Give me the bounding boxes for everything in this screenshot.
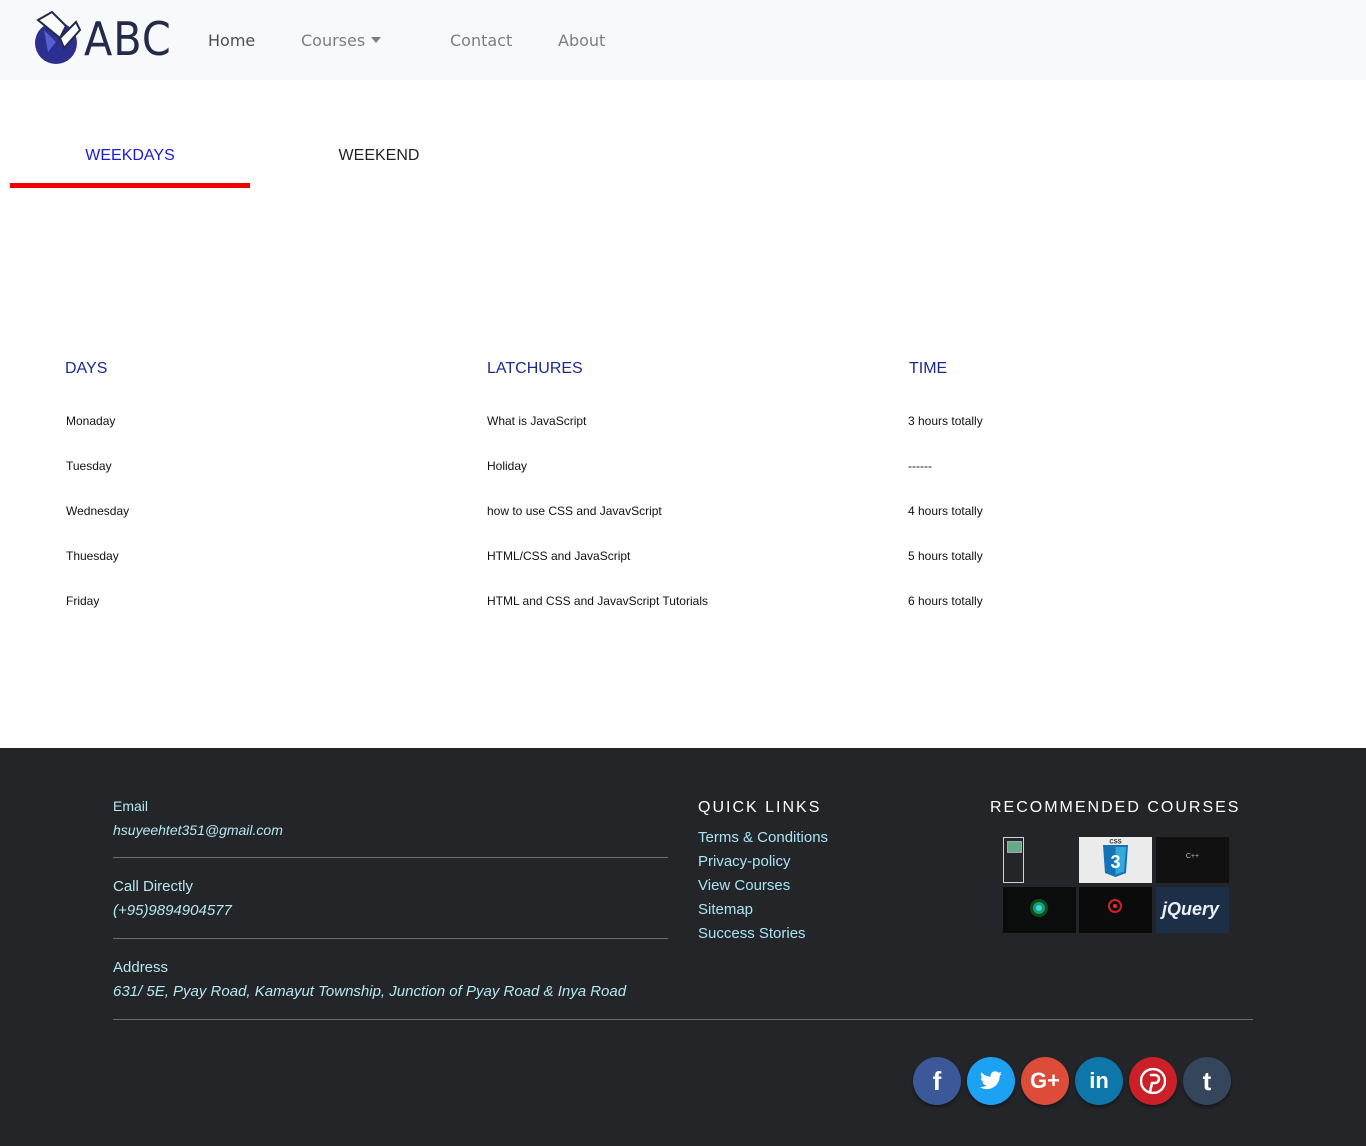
- logo-emblem-icon: [35, 10, 82, 64]
- cell-day: Wednesday: [66, 504, 130, 518]
- active-tab-indicator: [10, 183, 250, 188]
- brand-logo[interactable]: ABC: [30, 8, 171, 66]
- facebook-glyph: f: [932, 1065, 942, 1096]
- google-plus-icon[interactable]: G+: [1021, 1057, 1069, 1105]
- email-label: Email: [113, 798, 149, 814]
- tab-weekdays[interactable]: WEEKDAYS: [10, 146, 250, 166]
- navbar: ABC Home Courses Contact About: [0, 0, 1366, 80]
- column-header-days: DAYS: [65, 360, 108, 377]
- course-thumbnail-jquery[interactable]: jQuery: [1156, 887, 1229, 933]
- cell-time: ------: [908, 459, 932, 473]
- cell-lecture: What is JavaScript: [487, 414, 587, 428]
- divider: [113, 857, 668, 858]
- linkedin-glyph: in: [1089, 1068, 1109, 1093]
- tab-weekend[interactable]: WEEKEND: [259, 146, 499, 166]
- css-label: CSS: [1109, 840, 1121, 846]
- quick-link-view-courses[interactable]: View Courses: [698, 876, 790, 896]
- quick-link-terms[interactable]: Terms & Conditions: [698, 828, 828, 848]
- nav-courses-label: Courses: [301, 31, 366, 50]
- cell-day: Friday: [66, 594, 100, 608]
- green-glow-icon: [1030, 899, 1048, 917]
- cell-lecture: how to use CSS and JavavScript: [487, 504, 662, 518]
- phone-label: Call Directly: [113, 878, 194, 895]
- red-ring-icon: [1108, 899, 1122, 913]
- cell-day: Thuesday: [66, 549, 119, 563]
- recommended-courses-heading: RECOMMENDED COURSES: [990, 799, 1241, 816]
- column-header-time: TIME: [909, 360, 948, 377]
- cell-lecture: HTML/CSS and JavaScript: [487, 549, 631, 563]
- course-thumbnail-css[interactable]: CSS 3: [1079, 837, 1152, 883]
- course-thumbnail-cpp[interactable]: C++: [1156, 837, 1229, 883]
- course-thumbnail-green[interactable]: [1003, 887, 1076, 933]
- course-thumbnail-red[interactable]: [1079, 887, 1152, 933]
- nav-home[interactable]: Home: [208, 30, 255, 52]
- cell-lecture: Holiday: [487, 459, 528, 473]
- quick-link-sitemap[interactable]: Sitemap: [698, 900, 753, 920]
- address-value: 631/ 5E, Pyay Road, Kamayut Township, Ju…: [113, 983, 627, 1000]
- cell-time: 6 hours totally: [908, 594, 983, 608]
- chevron-down-icon: [371, 37, 382, 43]
- twitter-bird-icon: [980, 1071, 1002, 1090]
- nav-contact[interactable]: Contact: [450, 30, 512, 52]
- twitter-icon[interactable]: [967, 1057, 1015, 1105]
- facebook-icon[interactable]: f: [913, 1057, 961, 1105]
- pinterest-logo-icon: [1140, 1068, 1166, 1094]
- logo-text: ABC: [84, 12, 172, 66]
- cell-time: 3 hours totally: [908, 414, 983, 428]
- phone-value[interactable]: (+95)9894904577: [113, 901, 232, 921]
- cell-day: Monaday: [66, 414, 116, 428]
- pinterest-icon[interactable]: [1129, 1057, 1177, 1105]
- cell-day: Tuesday: [66, 459, 112, 473]
- tumblr-glyph: t: [1202, 1065, 1212, 1096]
- nav-courses-dropdown[interactable]: Courses: [301, 30, 382, 52]
- cell-time: 5 hours totally: [908, 549, 983, 563]
- email-value[interactable]: hsuyeehtet351@gmail.com: [113, 820, 283, 840]
- quick-link-success-stories[interactable]: Success Stories: [698, 924, 806, 944]
- address-label: Address: [113, 959, 169, 976]
- linkedin-icon[interactable]: in: [1075, 1057, 1123, 1105]
- divider: [113, 938, 668, 939]
- css-version: 3: [1110, 852, 1120, 872]
- nav-about[interactable]: About: [558, 30, 605, 52]
- course-thumbnail-broken[interactable]: [1003, 837, 1024, 883]
- quick-links-heading: QUICK LINKS: [698, 799, 822, 816]
- google-plus-glyph: G+: [1030, 1068, 1060, 1093]
- cell-lecture: HTML and CSS and JavavScript Tutorials: [487, 594, 708, 608]
- tumblr-icon[interactable]: t: [1183, 1057, 1231, 1105]
- quick-link-privacy[interactable]: Privacy-policy: [698, 852, 791, 872]
- footer-divider: [113, 1019, 1253, 1020]
- css3-logo-icon: CSS 3: [1103, 840, 1128, 877]
- column-header-lectures: LATCHURES: [487, 360, 583, 377]
- cell-time: 4 hours totally: [908, 504, 983, 518]
